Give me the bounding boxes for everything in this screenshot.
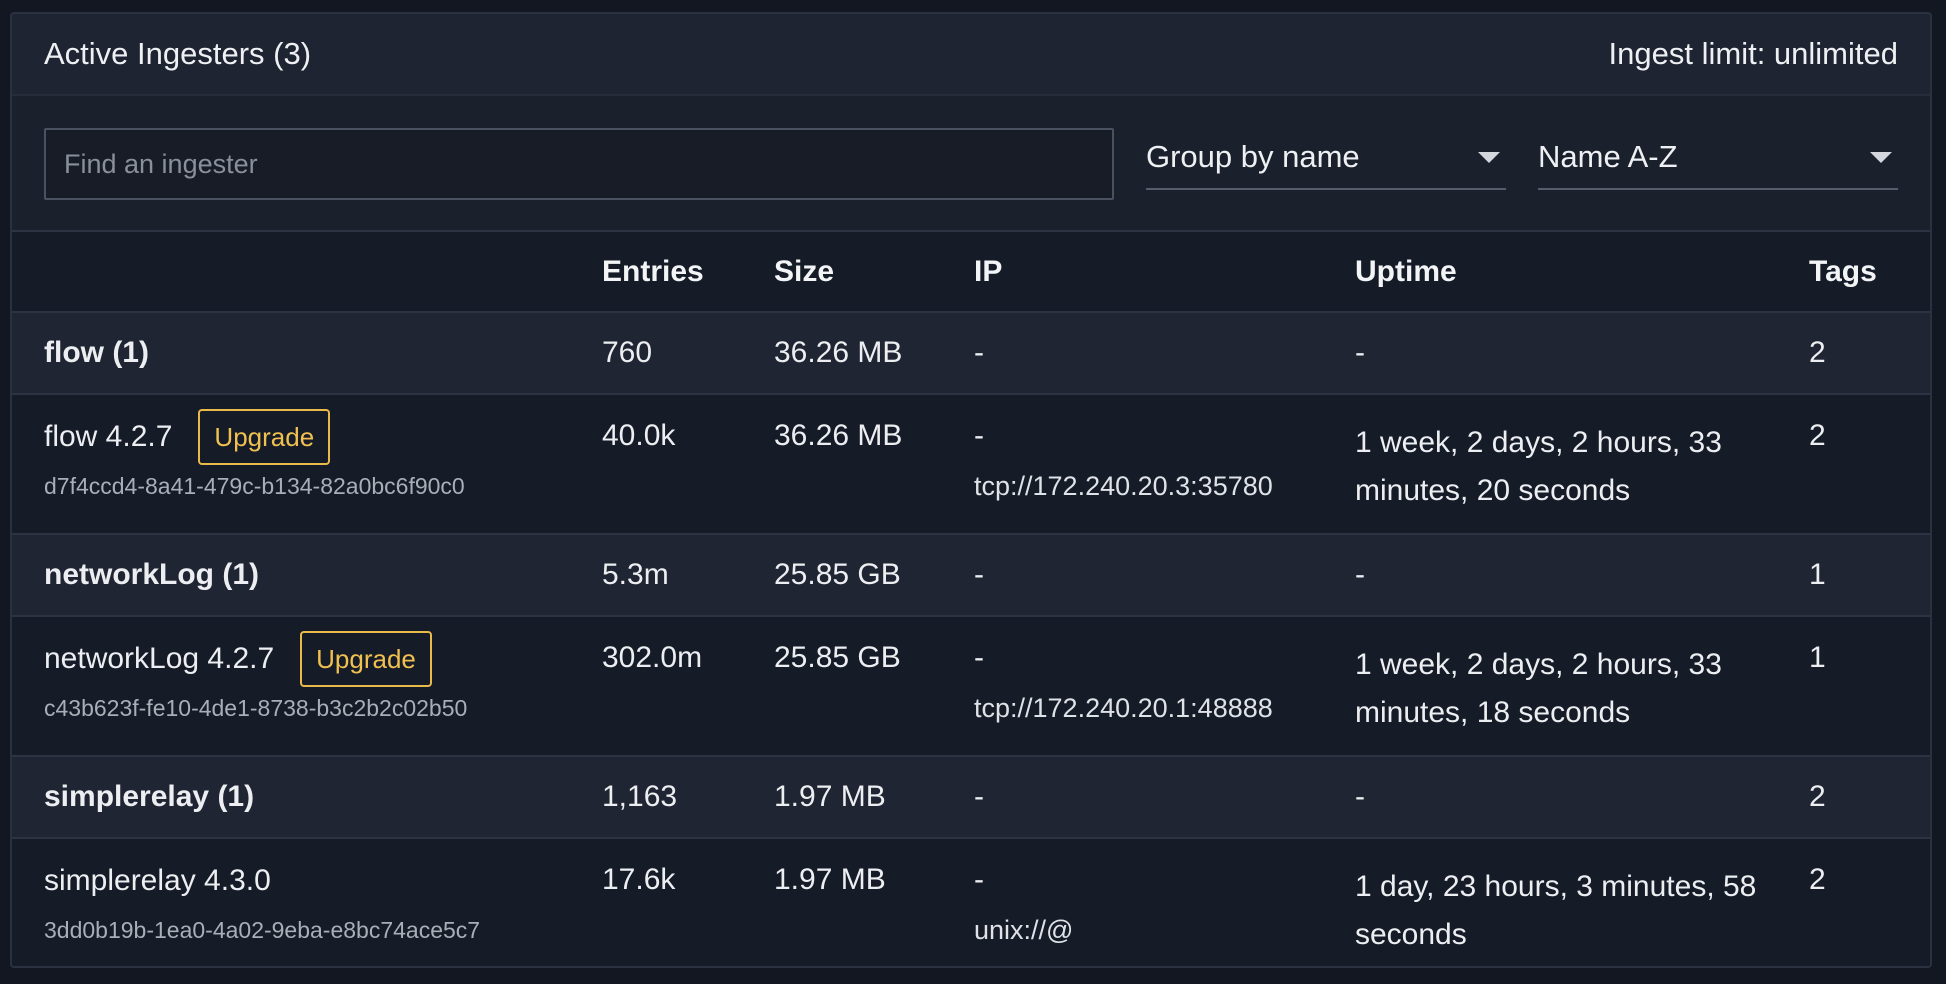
ingester-uptime: 1 day, 23 hours, 3 minutes, 58 seconds: [1355, 838, 1809, 966]
ingester-uuid: d7f4ccd4-8a41-479c-b134-82a0bc6f90c0: [44, 473, 465, 499]
ingester-ip: -: [974, 863, 984, 896]
group-size: 1.97 MB: [774, 756, 974, 839]
ingester-row-networklog[interactable]: networkLog 4.2.7 Upgrade c43b623f-fe10-4…: [12, 616, 1930, 757]
group-ip: -: [974, 534, 1355, 617]
caret-down-icon: [1870, 151, 1892, 163]
ingester-uuid: 3dd0b19b-1ea0-4a02-9eba-e8bc74ace5c7: [44, 917, 481, 943]
ingester-ip-cell: - tcp://172.240.20.1:48888: [974, 616, 1355, 757]
ingester-tags: 1: [1809, 616, 1930, 757]
sort-select[interactable]: Name A-Z: [1538, 126, 1898, 190]
group-size: 25.85 GB: [774, 534, 974, 617]
group-size: 36.26 MB: [774, 312, 974, 395]
ingester-size: 25.85 GB: [774, 616, 974, 757]
ingester-address: unix://@: [974, 915, 1074, 945]
group-entries: 760: [602, 312, 774, 395]
ingester-uptime: 1 week, 2 days, 2 hours, 33 minutes, 18 …: [1355, 616, 1809, 757]
ingester-tags: 2: [1809, 838, 1930, 966]
ingester-search-input[interactable]: [44, 128, 1114, 200]
group-tags: 1: [1809, 534, 1930, 617]
ingesters-panel: Active Ingesters (3) Ingest limit: unlim…: [10, 12, 1932, 968]
ingester-entries: 17.6k: [602, 838, 774, 966]
ingester-name: flow 4.2.7: [44, 420, 173, 453]
group-row-networklog[interactable]: networkLog (1) 5.3m 25.85 GB - - 1: [12, 534, 1930, 617]
upgrade-button[interactable]: Upgrade: [300, 631, 432, 687]
group-name: networkLog (1): [12, 534, 602, 617]
ingester-row-simplerelay[interactable]: simplerelay 4.3.0 3dd0b19b-1ea0-4a02-9eb…: [12, 838, 1930, 966]
panel-title: Active Ingesters (3): [44, 36, 312, 71]
group-uptime: -: [1355, 312, 1809, 395]
table-header-row: Entries Size IP Uptime Tags: [12, 232, 1930, 313]
group-by-select[interactable]: Group by name: [1146, 126, 1506, 190]
ingester-entries: 302.0m: [602, 616, 774, 757]
header-tags[interactable]: Tags: [1809, 232, 1930, 313]
ingesters-table: Entries Size IP Uptime Tags flow (1) 760…: [12, 232, 1930, 966]
group-entries: 5.3m: [602, 534, 774, 617]
group-uptime: -: [1355, 756, 1809, 839]
panel-header: Active Ingesters (3) Ingest limit: unlim…: [12, 14, 1930, 94]
group-row-flow[interactable]: flow (1) 760 36.26 MB - - 2: [12, 312, 1930, 395]
group-name: simplerelay (1): [12, 756, 602, 839]
ingester-name-cell: simplerelay 4.3.0 3dd0b19b-1ea0-4a02-9eb…: [12, 838, 602, 966]
group-tags: 2: [1809, 312, 1930, 395]
ingester-ip-cell: - tcp://172.240.20.3:35780: [974, 394, 1355, 535]
ingest-limit: Ingest limit: unlimited: [1608, 36, 1898, 71]
ingester-address: tcp://172.240.20.3:35780: [974, 471, 1273, 501]
ingester-size: 36.26 MB: [774, 394, 974, 535]
ingester-ip-cell: - unix://@: [974, 838, 1355, 966]
ingester-size: 1.97 MB: [774, 838, 974, 966]
header-entries[interactable]: Entries: [602, 232, 774, 313]
caret-down-icon: [1478, 151, 1500, 163]
ingester-name: simplerelay 4.3.0: [44, 864, 271, 897]
header-uptime[interactable]: Uptime: [1355, 232, 1809, 313]
ingester-name: networkLog 4.2.7: [44, 642, 275, 675]
ingester-address: tcp://172.240.20.1:48888: [974, 693, 1273, 723]
header-name: [12, 232, 602, 313]
ingester-ip: -: [974, 419, 984, 452]
ingester-tags: 2: [1809, 394, 1930, 535]
ingester-uuid: c43b623f-fe10-4de1-8738-b3c2b2c02b50: [44, 695, 468, 721]
group-entries: 1,163: [602, 756, 774, 839]
header-ip[interactable]: IP: [974, 232, 1355, 313]
ingester-row-flow[interactable]: flow 4.2.7 Upgrade d7f4ccd4-8a41-479c-b1…: [12, 394, 1930, 535]
upgrade-button[interactable]: Upgrade: [198, 409, 331, 465]
header-size[interactable]: Size: [774, 232, 974, 313]
ingester-name-cell: networkLog 4.2.7 Upgrade c43b623f-fe10-4…: [12, 616, 602, 757]
ingester-entries: 40.0k: [602, 394, 774, 535]
group-uptime: -: [1355, 534, 1809, 617]
group-ip: -: [974, 756, 1355, 839]
group-by-value: Group by name: [1146, 139, 1360, 174]
group-tags: 2: [1809, 756, 1930, 839]
group-row-simplerelay[interactable]: simplerelay (1) 1,163 1.97 MB - - 2: [12, 756, 1930, 839]
ingester-name-cell: flow 4.2.7 Upgrade d7f4ccd4-8a41-479c-b1…: [12, 394, 602, 535]
group-ip: -: [974, 312, 1355, 395]
sort-value: Name A-Z: [1538, 139, 1678, 174]
ingester-ip: -: [974, 641, 984, 674]
group-name: flow (1): [12, 312, 602, 395]
ingester-uptime: 1 week, 2 days, 2 hours, 33 minutes, 20 …: [1355, 394, 1809, 535]
toolbar: Group by name Name A-Z: [12, 94, 1930, 232]
